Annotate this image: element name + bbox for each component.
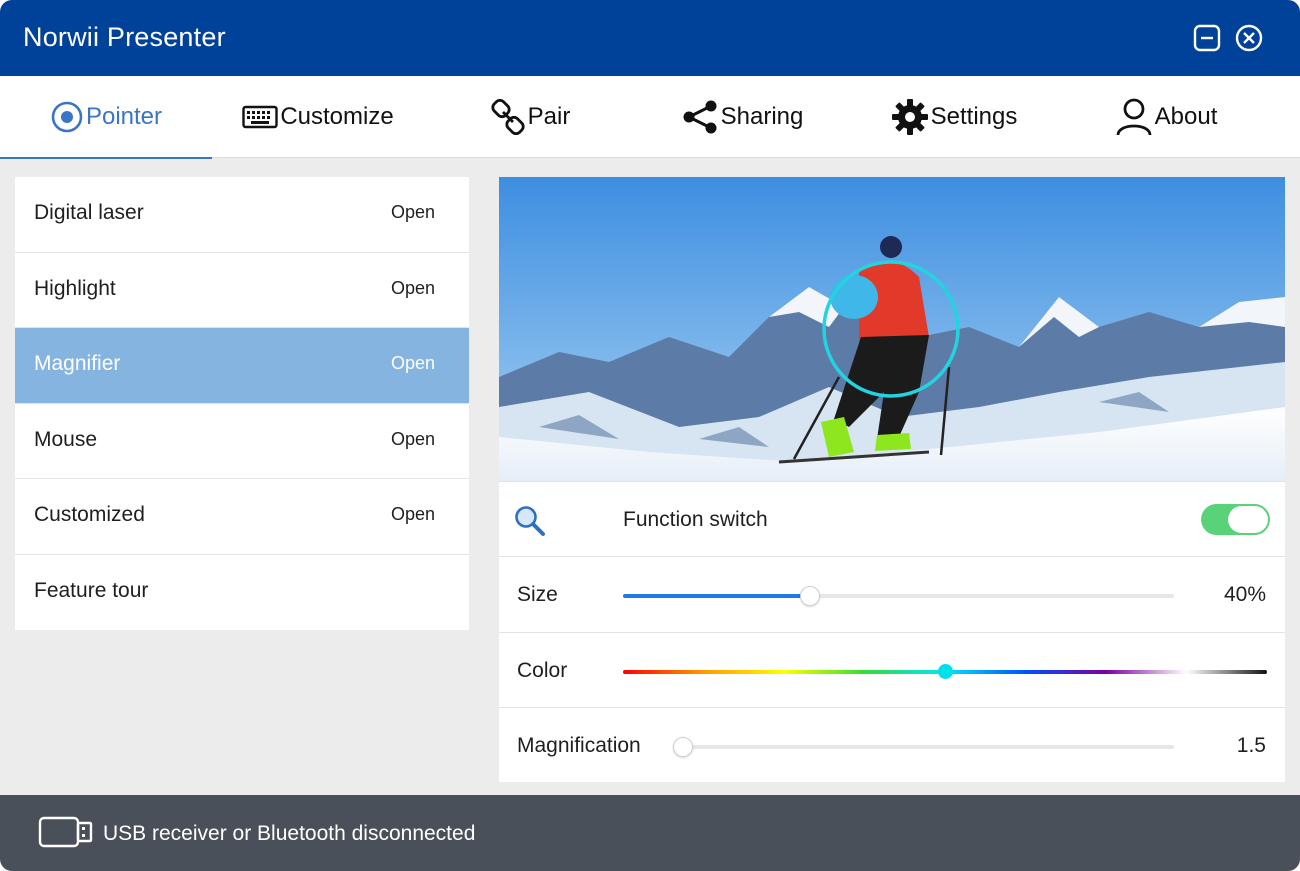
pointer-icon [51,101,83,133]
link-icon [491,99,525,135]
minimize-button[interactable] [1193,24,1221,52]
tab-pair[interactable]: Pair [424,76,636,158]
tab-customize[interactable]: Customize [212,76,424,158]
share-icon [683,100,717,134]
function-switch-toggle[interactable] [1201,504,1270,535]
window-title: Norwii Presenter [23,22,226,52]
magnification-slider-knob[interactable] [673,737,693,757]
list-item-status: Open [390,353,435,373]
color-row: Color [499,632,1285,708]
list-item-digital-laser[interactable]: Digital laser Open [15,177,469,253]
user-icon [1116,98,1152,136]
list-item-label: Feature tour [34,578,149,602]
magnification-slider[interactable] [683,745,1174,749]
status-bar: USB receiver or Bluetooth disconnected [0,795,1300,871]
tab-label: Pointer [85,103,163,130]
size-row: Size 40% [499,556,1285,632]
preview-image [499,177,1285,481]
list-item-label: Highlight [34,276,116,300]
list-item-label: Magnifier [34,352,121,375]
magnification-value: 1.5 [1236,734,1266,757]
mountain-skier-illustration [499,177,1285,481]
settings-panel: Function switch Size 40% Color Magnifica… [499,177,1285,782]
list-item-status: Open [390,202,435,222]
size-slider-knob[interactable] [800,586,821,606]
magnification-row: Magnification 1.5 [499,707,1285,783]
size-value: 40% [1223,583,1266,606]
list-item-label: Mouse [34,427,98,451]
size-slider[interactable] [623,594,1174,598]
tab-label: About [1154,103,1218,130]
tab-sharing[interactable]: Sharing [636,76,848,158]
function-switch-row: Function switch [499,481,1285,557]
list-item-label: Digital laser [34,201,144,224]
tab-label: Pair [527,103,571,130]
list-item-status: Open [390,277,435,298]
toggle-knob [1228,506,1268,533]
app-window: Norwii Presenter Pointer Customize Pair … [0,0,1300,871]
size-slider-fill [623,594,811,598]
close-button[interactable] [1235,24,1263,52]
list-item-customized[interactable]: Customized Open [15,479,469,555]
tab-label: Settings [930,103,1018,130]
usb-icon [38,816,93,848]
list-item-feature-tour[interactable]: Feature tour [15,555,469,631]
magnification-label: Magnification [517,734,641,757]
tab-bar: Pointer Customize Pair Sharing Settings … [0,76,1300,159]
list-item-label: Customized [34,503,145,526]
tab-label: Sharing [720,103,804,130]
list-item-mouse[interactable]: Mouse Open [15,404,469,479]
keyboard-icon [242,105,279,129]
tab-label: Customize [280,103,394,130]
magnifier-icon [515,506,545,536]
feature-list: Digital laser Open Highlight Open Magnif… [15,177,469,630]
list-item-status: Open [390,504,435,524]
function-switch-label: Function switch [623,508,768,531]
color-label: Color [517,659,568,682]
tab-about[interactable]: About [1060,76,1272,158]
connection-status-text: USB receiver or Bluetooth disconnected [103,822,476,845]
minimize-icon [1193,24,1221,52]
tab-pointer[interactable]: Pointer [0,76,212,159]
close-icon [1235,24,1263,52]
list-item-magnifier[interactable]: Magnifier Open [15,328,469,404]
color-slider-knob[interactable] [937,664,953,679]
title-bar: Norwii Presenter [0,0,1300,76]
tab-settings[interactable]: Settings [848,76,1060,158]
list-item-highlight[interactable]: Highlight Open [15,253,469,328]
list-item-status: Open [390,428,435,449]
gear-icon [891,99,928,135]
size-label: Size [517,583,558,606]
